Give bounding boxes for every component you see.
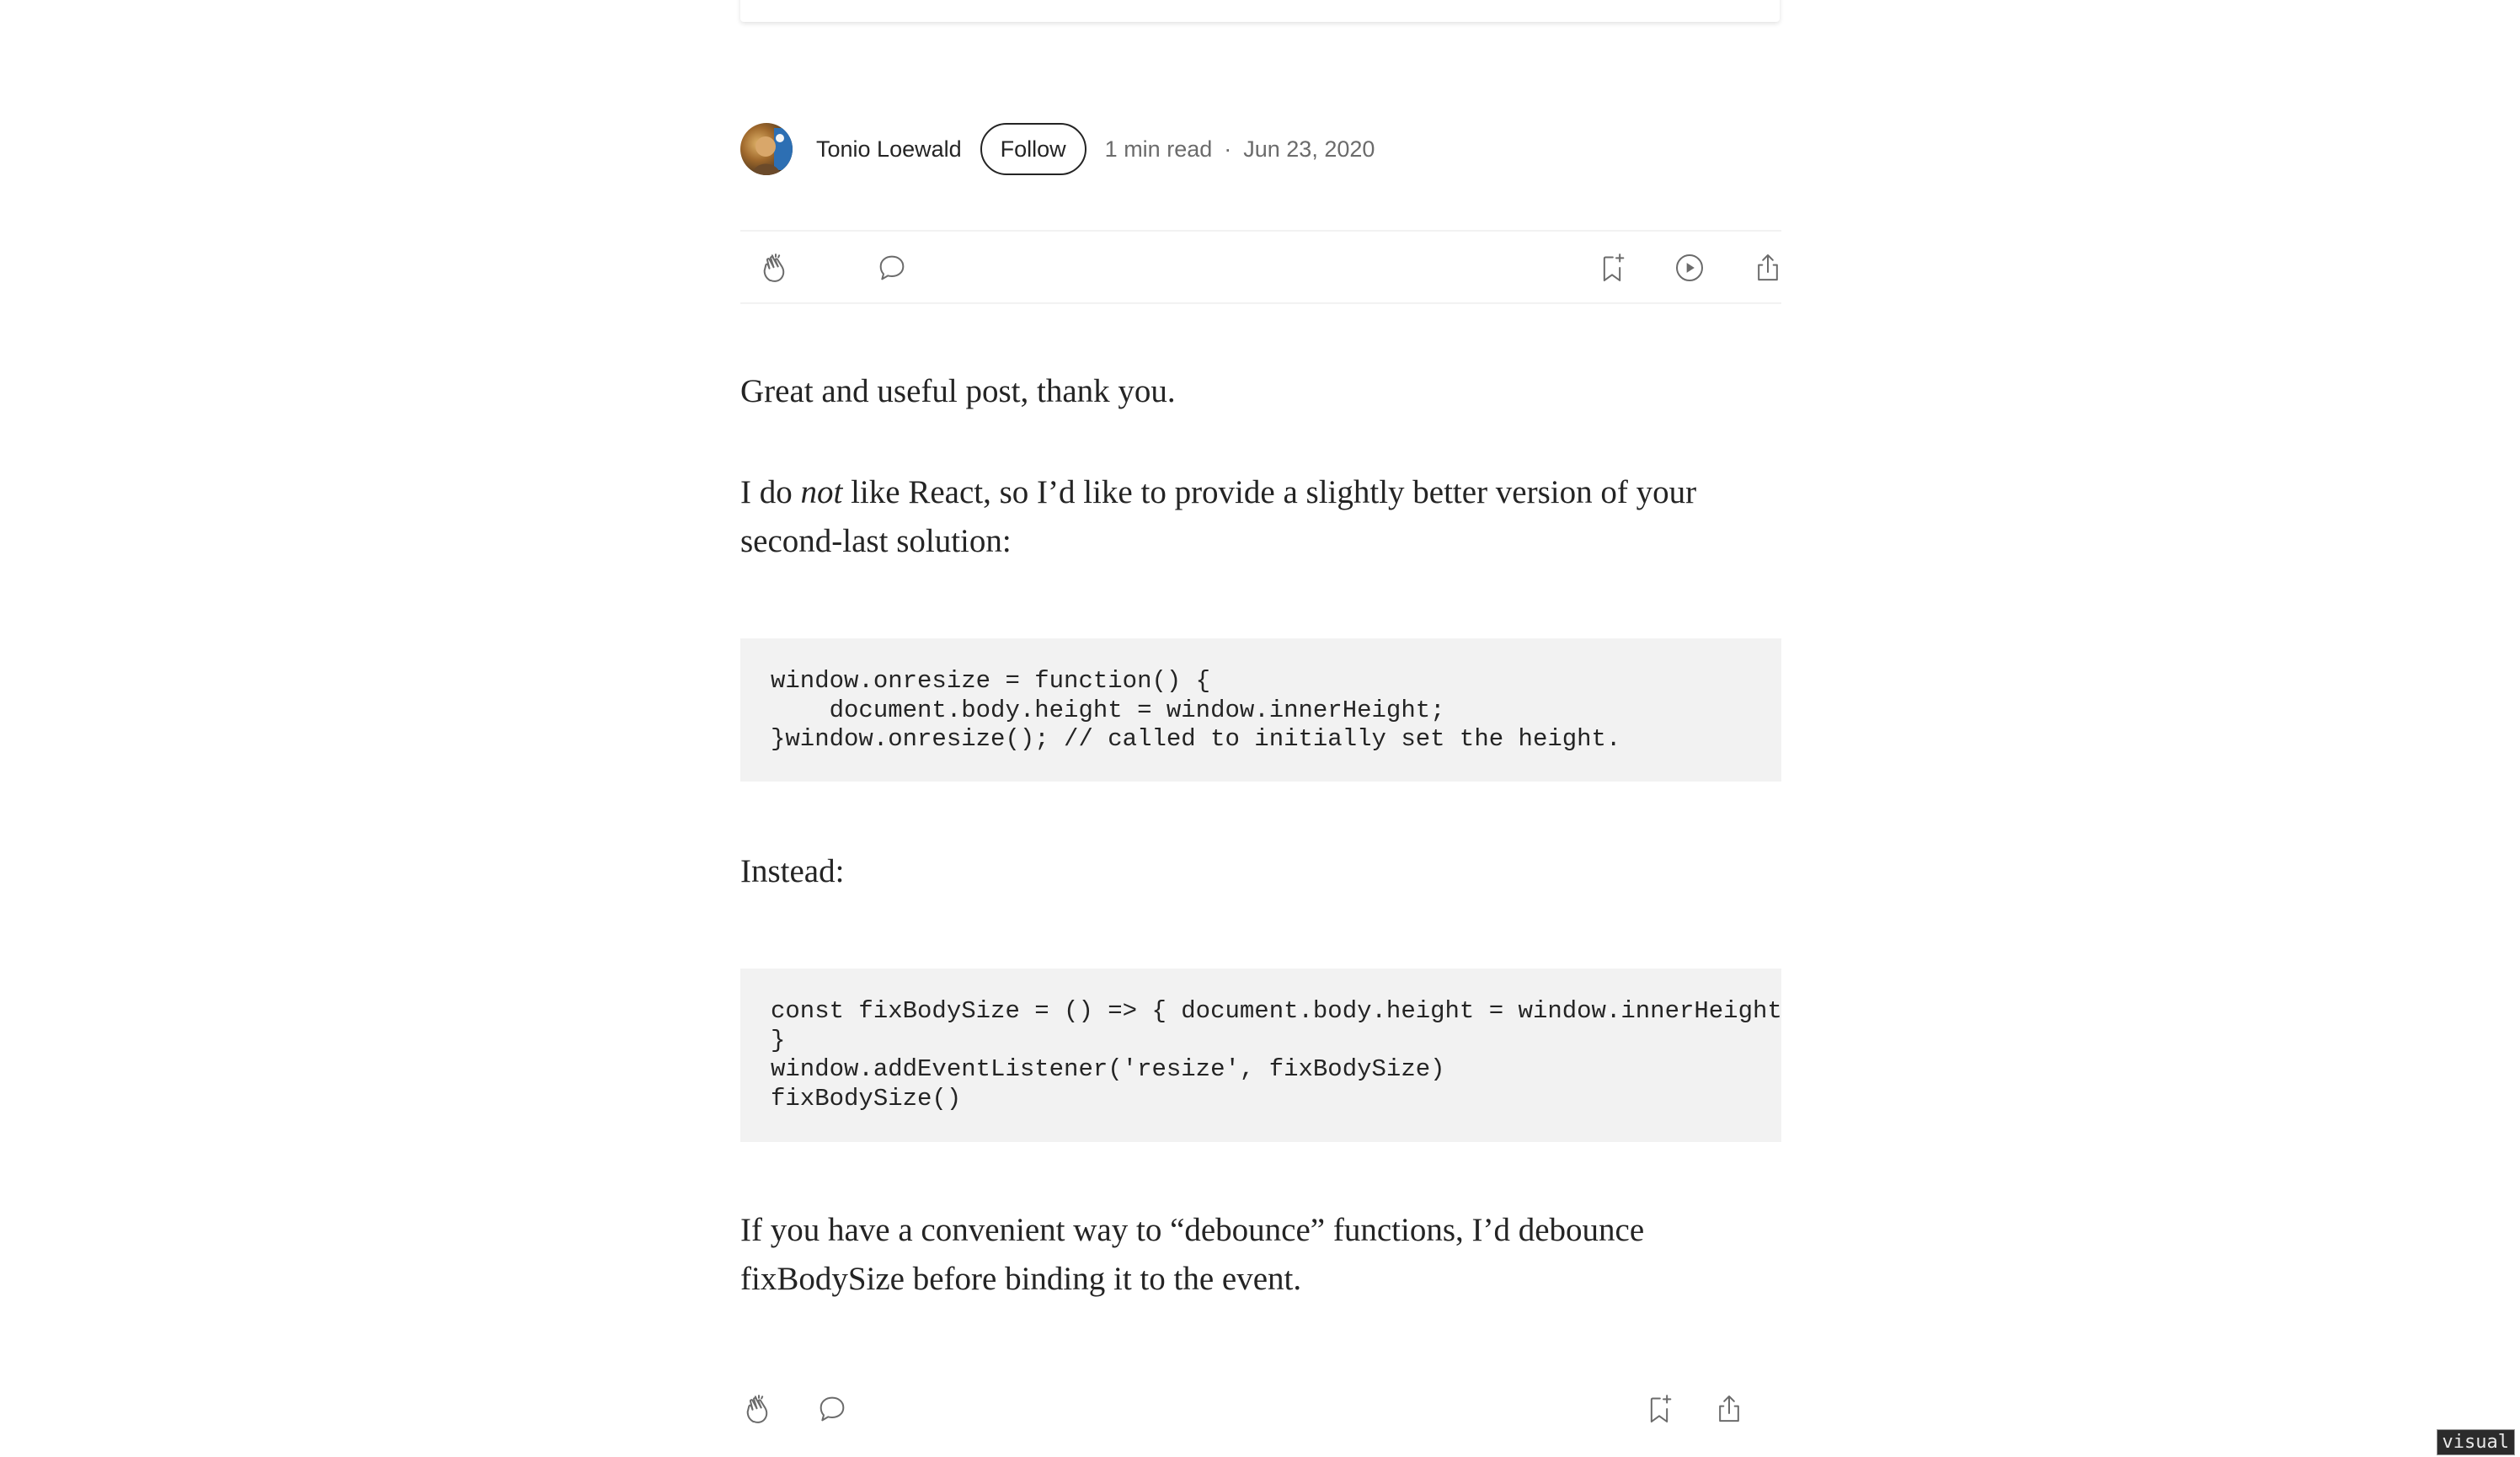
share-button[interactable] [1748, 248, 1788, 288]
footer-action-bar [740, 1386, 1781, 1432]
meta-separator: · [1224, 136, 1232, 162]
paragraph-1: Great and useful post, thank you. [740, 373, 1176, 409]
paragraph-2: I do not like React, so I’d like to prov… [740, 468, 1781, 566]
comment-icon [879, 255, 905, 280]
share-icon [1758, 254, 1778, 281]
article-column: Tonio Loewald Follow 1 min read · Jun 23… [740, 0, 1781, 1457]
code-block-1: window.onresize = function() { document.… [740, 638, 1781, 782]
read-time: 1 min read [1104, 136, 1213, 162]
follow-button[interactable]: Follow [980, 123, 1086, 175]
clap-button[interactable] [755, 248, 796, 288]
save-button[interactable] [1592, 248, 1632, 288]
footer-share-button[interactable] [1709, 1389, 1749, 1429]
code-block-2: const fixBodySize = () => { document.bod… [740, 969, 1781, 1142]
visual-mode-badge: visual [2436, 1429, 2515, 1455]
bookmark-add-icon [1603, 254, 1625, 281]
avatar[interactable] [740, 123, 793, 175]
action-bar [740, 230, 1781, 304]
play-icon [1676, 254, 1703, 281]
comment-icon [820, 1396, 845, 1422]
post-meta: 1 min read · Jun 23, 2020 [1105, 136, 1375, 163]
author-row: Tonio Loewald Follow 1 min read · Jun 23… [740, 123, 1375, 175]
author-name[interactable]: Tonio Loewald [816, 136, 962, 163]
avatar-image [740, 123, 793, 175]
share-icon [1719, 1396, 1739, 1422]
listen-button[interactable] [1669, 248, 1710, 288]
clap-icon [763, 254, 785, 282]
footer-comment-button[interactable] [812, 1389, 852, 1429]
paragraph-4: If you have a convenient way to “debounc… [740, 1212, 1645, 1297]
bookmark-add-icon [1650, 1395, 1672, 1422]
paragraph-2-prefix: I do [740, 474, 801, 510]
paragraph-2-suffix: like React, so I’d like to provide a sli… [740, 474, 1697, 559]
footer-clap-button[interactable] [739, 1389, 779, 1429]
paragraph-3: Instead: [740, 853, 845, 889]
publish-date: Jun 23, 2020 [1243, 136, 1375, 162]
clap-icon [746, 1395, 768, 1423]
footer-save-button[interactable] [1639, 1389, 1679, 1429]
paragraph-2-emphasis: not [800, 474, 843, 510]
comment-button[interactable] [872, 248, 912, 288]
